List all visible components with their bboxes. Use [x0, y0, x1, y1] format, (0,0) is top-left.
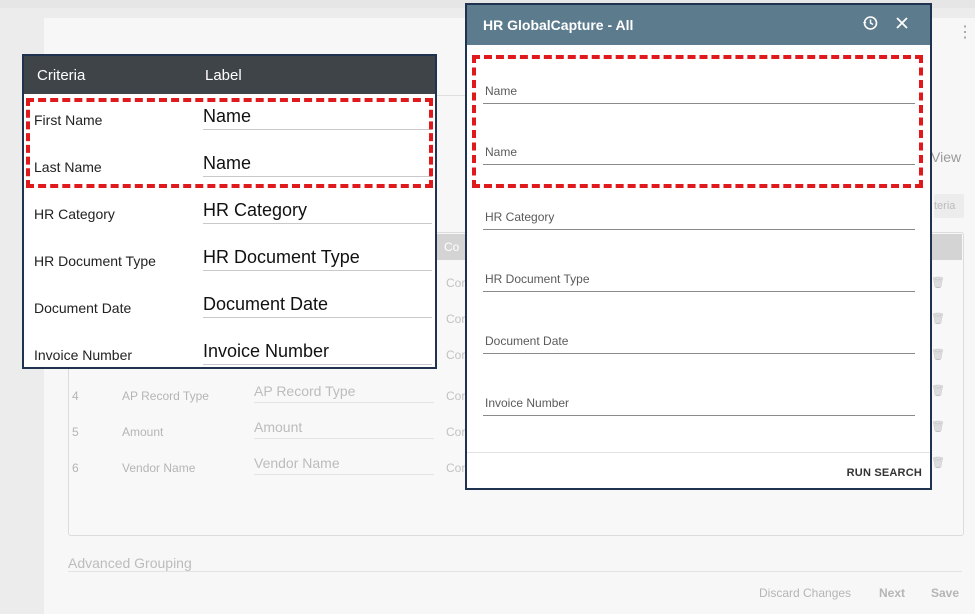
more-options-icon[interactable]: ⋮ [957, 25, 973, 41]
criteria-row: Invoice Number Invoice Number [24, 331, 435, 377]
field-underline [483, 291, 915, 292]
field-underline [483, 164, 915, 165]
discard-changes-button[interactable]: Discard Changes [759, 586, 851, 600]
row-number: 5 [72, 425, 79, 439]
next-button[interactable]: Next [879, 586, 905, 600]
row-number: 4 [72, 389, 79, 403]
criteria-name: First Name [34, 112, 103, 128]
row-label-input[interactable]: Amount [254, 419, 434, 439]
criteria-label-header: Criteria Label [24, 56, 435, 94]
row-criteria: AP Record Type [122, 389, 209, 403]
delete-icon[interactable]: 🗑 [931, 384, 945, 397]
background-row: 6 Vendor Name Vendor Name [72, 455, 472, 483]
condition-cell[interactable]: Cor [446, 312, 465, 326]
row-label-input[interactable]: AP Record Type [254, 383, 434, 403]
delete-icon[interactable]: 🗑 [931, 348, 945, 361]
criteria-row: First Name Name [24, 96, 435, 142]
hr-category-field[interactable]: HR Category [483, 186, 915, 230]
label-input[interactable]: Invoice Number [203, 341, 432, 365]
document-date-field[interactable]: Document Date [483, 310, 915, 354]
row-number: 6 [72, 461, 79, 475]
label-input[interactable]: Name [203, 106, 432, 130]
background-row: 5 Amount Amount [72, 419, 472, 447]
advanced-grouping-divider [68, 571, 962, 572]
field-underline [483, 229, 915, 230]
criteria-column-header: Criteria [37, 67, 86, 84]
criteria-row: HR Document Type HR Document Type [24, 237, 435, 283]
criteria-row: HR Category HR Category [24, 190, 435, 236]
history-icon[interactable] [862, 15, 878, 36]
search-dialog: HR GlobalCapture - All Name Name HR Cate… [465, 3, 932, 490]
label-input[interactable]: Document Date [203, 294, 432, 318]
criteria-name: Invoice Number [34, 347, 133, 363]
criteria-name: Document Date [34, 300, 132, 316]
delete-icon[interactable]: 🗑 [931, 420, 945, 433]
field-label: HR Document Type [485, 272, 590, 286]
delete-icon[interactable]: 🗑 [931, 312, 945, 325]
condition-cell[interactable]: Cor [446, 425, 465, 439]
condition-cell[interactable]: Cor [446, 461, 465, 475]
field-label: Document Date [485, 334, 569, 348]
field-label: Name [485, 145, 518, 159]
dialog-title: HR GlobalCapture - All [483, 17, 634, 33]
label-input[interactable]: HR Document Type [203, 247, 432, 271]
dialog-footer-divider [467, 452, 930, 453]
label-column-header: Label [205, 67, 242, 84]
name-field[interactable]: Name [483, 60, 915, 104]
row-criteria: Vendor Name [122, 461, 196, 475]
delete-icon[interactable]: 🗑 [931, 456, 945, 469]
view-label[interactable]: View [931, 149, 961, 165]
label-input[interactable]: HR Category [203, 200, 432, 224]
criteria-name: Last Name [34, 159, 102, 175]
label-input[interactable]: Name [203, 153, 432, 177]
advanced-grouping-label[interactable]: Advanced Grouping [68, 555, 192, 571]
field-underline [483, 103, 915, 104]
delete-icon[interactable]: 🗑 [931, 276, 945, 289]
field-label: Invoice Number [485, 396, 570, 410]
condition-cell[interactable]: Cor [446, 348, 465, 362]
close-icon[interactable] [894, 15, 910, 36]
dialog-header: HR GlobalCapture - All [467, 5, 930, 45]
condition-cell[interactable]: Cor [446, 276, 465, 290]
condition-cell[interactable]: Cor [446, 389, 465, 403]
criteria-name: HR Category [34, 206, 115, 222]
hr-document-type-field[interactable]: HR Document Type [483, 248, 915, 292]
field-underline [483, 353, 915, 354]
criteria-row: Document Date Document Date [24, 284, 435, 330]
table-header-condition: Co [444, 240, 460, 254]
invoice-number-field[interactable]: Invoice Number [483, 372, 915, 416]
criteria-label-panel: Criteria Label First Name Name Last Name… [22, 54, 437, 369]
field-label: Name [485, 84, 518, 98]
criteria-button[interactable]: teria [934, 194, 964, 218]
field-underline [483, 415, 915, 416]
background-row: 4 AP Record Type AP Record Type [72, 383, 472, 411]
run-search-button[interactable]: RUN SEARCH [847, 467, 922, 479]
field-label: HR Category [485, 210, 555, 224]
save-button[interactable]: Save [931, 586, 959, 600]
row-criteria: Amount [122, 425, 164, 439]
criteria-name: HR Document Type [34, 253, 156, 269]
name-field[interactable]: Name [483, 121, 915, 165]
row-label-input[interactable]: Vendor Name [254, 455, 434, 475]
criteria-row: Last Name Name [24, 143, 435, 189]
